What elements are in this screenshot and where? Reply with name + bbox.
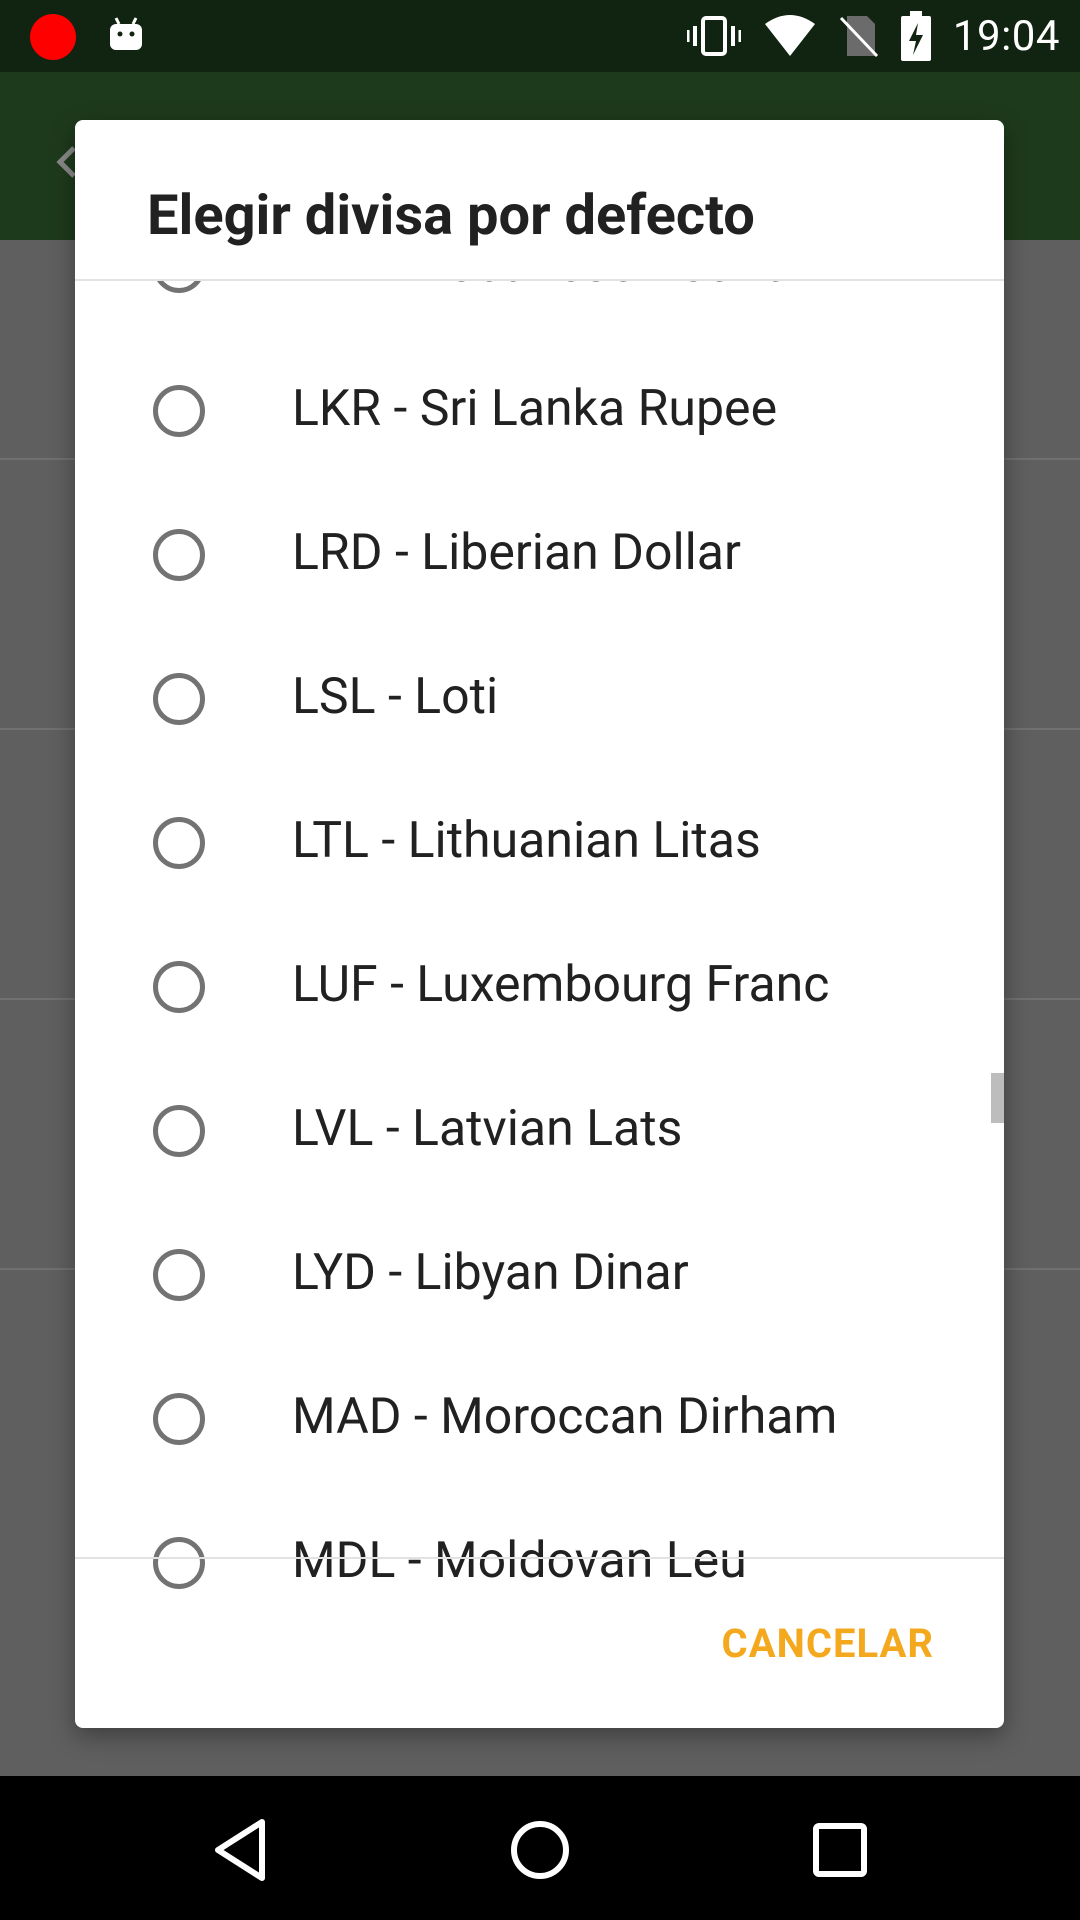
radio-button[interactable] <box>153 385 205 437</box>
android-icon <box>110 17 142 50</box>
list-item-label: LTL - Lithuanian Litas <box>292 812 761 870</box>
list-item-label: LVL - Latvian Lats <box>292 1100 683 1158</box>
radio-button[interactable] <box>153 281 205 293</box>
list-item-label: LRD - Liberian Dollar <box>292 524 741 582</box>
list-item-label: MAD - Moroccan Dirham <box>292 1388 838 1446</box>
list-item[interactable]: LKR - Sri Lanka Rupee <box>75 342 1004 486</box>
no-sim-icon <box>839 16 878 58</box>
status-bar: 19:04 <box>0 0 1080 72</box>
clock: 19:04 <box>952 11 1060 61</box>
list-item-label: LYD - Libyan Dinar <box>292 1244 689 1302</box>
vibrate-icon <box>686 16 741 56</box>
dialog-title: Elegir divisa por defecto <box>147 182 755 248</box>
scrollbar-thumb[interactable] <box>991 1073 1004 1123</box>
recents-square-icon <box>813 1823 867 1877</box>
list-item[interactable]: LBP - Lebanese Pound <box>75 281 1004 342</box>
radio-button[interactable] <box>153 1105 205 1157</box>
list-item-label: LUF - Luxembourg Franc <box>292 956 830 1014</box>
list-item-label: MDL - Moldovan Leu <box>292 1532 747 1590</box>
radio-button[interactable] <box>153 817 205 869</box>
radio-button[interactable] <box>153 673 205 725</box>
currency-list[interactable]: LBP - Lebanese Pound LKR - Sri Lanka Rup… <box>75 281 1004 1678</box>
radio-button[interactable] <box>153 1537 205 1589</box>
recents-button[interactable] <box>800 1810 880 1890</box>
list-item[interactable]: LSL - Loti <box>75 630 1004 774</box>
screen-record-icon <box>30 14 76 60</box>
list-item-label: LSL - Loti <box>292 668 499 726</box>
list-item[interactable]: LVL - Latvian Lats <box>75 1062 1004 1206</box>
list-item[interactable]: LUF - Luxembourg Franc <box>75 918 1004 1062</box>
radio-button[interactable] <box>153 1393 205 1445</box>
battery-charging-icon <box>900 11 931 61</box>
back-triangle-icon <box>215 1819 265 1881</box>
radio-button[interactable] <box>153 529 205 581</box>
currency-dialog: Elegir divisa por defecto LBP - Lebanese… <box>75 120 1004 1728</box>
list-item[interactable]: LRD - Liberian Dollar <box>75 486 1004 630</box>
cancel-button[interactable]: CANCELAR <box>722 1620 934 1667</box>
list-item[interactable]: MAD - Moroccan Dirham <box>75 1350 1004 1494</box>
navigation-bar <box>0 1776 1080 1920</box>
radio-button[interactable] <box>153 1249 205 1301</box>
list-item-label: LBP - Lebanese Pound <box>292 281 791 294</box>
list-item[interactable]: MDL - Moldovan Leu <box>75 1494 1004 1638</box>
list-divider <box>75 1557 1004 1559</box>
list-item[interactable]: LYD - Libyan Dinar <box>75 1206 1004 1350</box>
list-item[interactable]: LTL - Lithuanian Litas <box>75 774 1004 918</box>
radio-button[interactable] <box>153 961 205 1013</box>
wifi-icon <box>764 15 815 56</box>
home-circle-icon <box>511 1821 569 1879</box>
list-item-label: LKR - Sri Lanka Rupee <box>292 380 778 438</box>
back-button[interactable] <box>200 1810 280 1890</box>
home-button[interactable] <box>500 1810 580 1890</box>
